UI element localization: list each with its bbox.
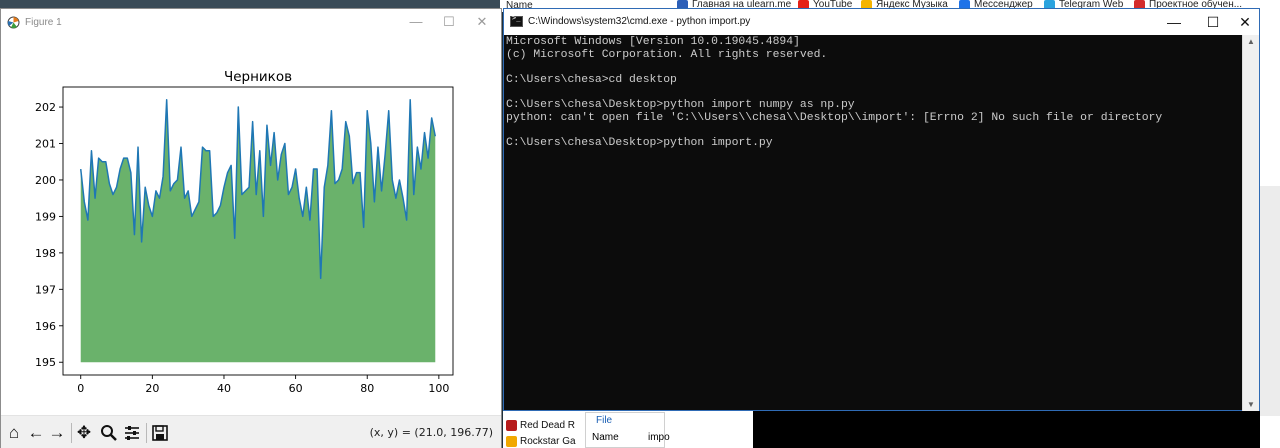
background-window-edge-panel xyxy=(1259,186,1280,416)
toolbar-separator xyxy=(146,423,147,443)
x-tick-label: 100 xyxy=(428,382,449,395)
background-list-item-red-dead[interactable]: Red Dead R xyxy=(506,420,575,431)
figure-title: Figure 1 xyxy=(25,17,62,28)
terminal-line: Microsoft Windows [Version 10.0.19045.48… xyxy=(506,36,800,48)
y-tick-label: 198 xyxy=(35,247,56,260)
back-arrow-icon[interactable]: ← xyxy=(27,424,45,442)
y-tick-label: 201 xyxy=(35,138,56,151)
rockstar-icon xyxy=(506,436,517,447)
x-tick-label: 20 xyxy=(145,382,159,395)
toolbar-separator xyxy=(71,423,72,443)
scroll-down-icon[interactable]: ▼ xyxy=(1247,400,1255,409)
minimize-button[interactable]: — xyxy=(404,13,428,31)
background-dark-area xyxy=(753,410,1260,448)
coordinate-readout: (x, y) = (21.0, 196.77) xyxy=(369,426,493,439)
cmd-window: C:\Windows\system32\cmd.exe - python imp… xyxy=(503,8,1260,411)
minimize-button[interactable]: — xyxy=(1159,12,1189,32)
background-list-item-label: Rockstar Ga xyxy=(520,436,576,447)
y-tick-label: 197 xyxy=(35,283,56,296)
terminal-line: python: can't open file 'C:\\Users\\ches… xyxy=(506,111,1163,124)
close-button[interactable]: ✕ xyxy=(1230,12,1260,32)
save-icon[interactable] xyxy=(151,424,169,442)
figure-titlebar: Figure 1 — ☐ ✕ xyxy=(1,9,501,37)
terminal-line: C:\Users\chesa\Desktop>python import.py xyxy=(506,136,773,149)
background-file-panel: File Name impo xyxy=(585,412,670,448)
cmd-title: C:\Windows\system32\cmd.exe - python imp… xyxy=(528,16,751,27)
x-tick-label: 40 xyxy=(217,382,231,395)
plot-area xyxy=(79,99,437,363)
maximize-button[interactable]: ☐ xyxy=(437,13,461,31)
home-icon[interactable]: ⌂ xyxy=(5,424,23,442)
y-tick-label: 200 xyxy=(35,174,56,187)
close-button[interactable]: ✕ xyxy=(470,13,494,31)
file-panel-name-label: Name xyxy=(592,432,619,443)
terminal-line: C:\Users\chesa\Desktop>python import num… xyxy=(506,98,855,111)
figure-window: Figure 1 — ☐ ✕ Черников 0 20 40 60 80 100 195 1… xyxy=(0,8,502,448)
y-tick-label: 196 xyxy=(35,320,56,333)
background-list-item-label: Red Dead R xyxy=(520,420,576,431)
maximize-button[interactable]: ☐ xyxy=(1198,12,1228,32)
matplotlib-icon xyxy=(7,16,20,29)
y-tick-label: 199 xyxy=(35,210,56,223)
file-tab[interactable]: File xyxy=(596,415,612,426)
y-tick-label: 195 xyxy=(35,356,56,369)
terminal-line: C:\Users\chesa>cd desktop xyxy=(506,73,677,86)
x-tick-label: 60 xyxy=(289,382,303,395)
scroll-up-icon[interactable]: ▲ xyxy=(1247,37,1255,46)
red-dead-icon xyxy=(506,420,517,431)
x-tick-label: 80 xyxy=(360,382,374,395)
zoom-icon[interactable] xyxy=(100,424,118,442)
background-list-item-rockstar[interactable]: Rockstar Ga xyxy=(506,436,576,447)
file-panel-name-value: impo xyxy=(648,432,670,443)
pan-icon[interactable]: ✥ xyxy=(75,424,93,442)
scrollbar[interactable]: ▲ ▼ xyxy=(1242,35,1259,411)
plot-canvas[interactable]: Черников 0 20 40 60 80 100 195 196 197 198 199 200 2… xyxy=(1,37,501,415)
configure-subplots-icon[interactable] xyxy=(123,424,141,442)
x-tick-label: 0 xyxy=(77,382,84,395)
y-tick-label: 202 xyxy=(35,101,56,114)
cmd-titlebar: C:\Windows\system32\cmd.exe - python imp… xyxy=(504,9,1259,35)
terminal-icon xyxy=(510,14,523,27)
terminal-line: (c) Microsoft Corporation. All rights re… xyxy=(506,48,828,61)
forward-arrow-icon[interactable]: → xyxy=(48,424,66,442)
chart-title: Черников xyxy=(224,69,292,85)
figure-toolbar: ⌂ ← → ✥ (x, y) = (21.0, 196.77) xyxy=(1,415,501,448)
terminal-output[interactable]: Microsoft Windows [Version 10.0.19045.48… xyxy=(504,35,1242,411)
